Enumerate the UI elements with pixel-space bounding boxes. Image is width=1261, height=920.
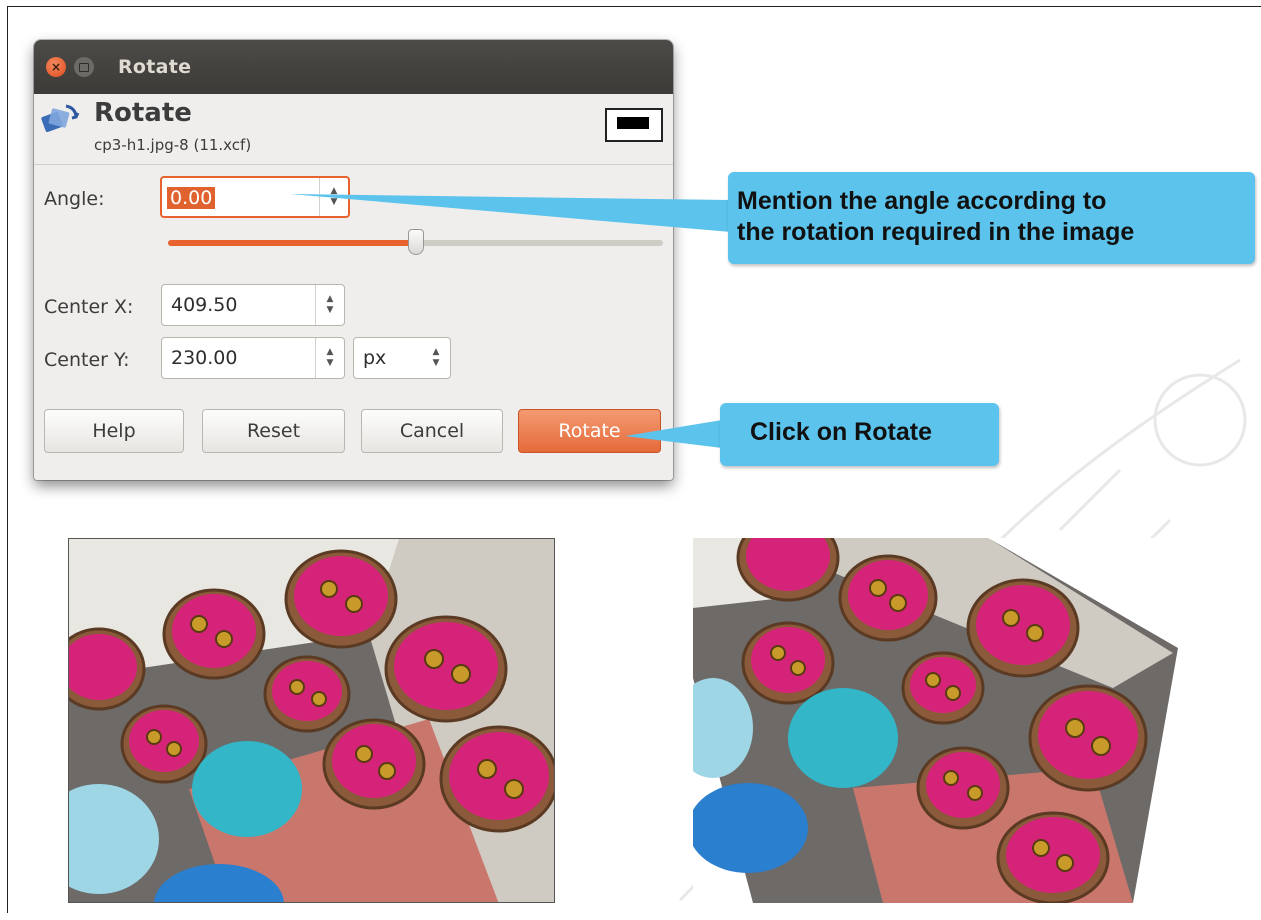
- center-y-label: Center Y:: [44, 349, 130, 371]
- image-name: cp3-h1.jpg-8 (11.xcf): [94, 136, 252, 154]
- unit-select[interactable]: px ▲ ▼: [353, 337, 451, 379]
- window-title: Rotate: [118, 56, 192, 78]
- center-x-spin-arrows[interactable]: ▲ ▼: [315, 285, 344, 325]
- center-y-value: 230.00: [171, 347, 238, 369]
- maximize-icon[interactable]: [74, 57, 94, 77]
- angle-callout-line2: the rotation required in the image: [737, 218, 1135, 246]
- close-icon[interactable]: ×: [46, 57, 66, 77]
- center-y-spin-arrows[interactable]: ▲ ▼: [315, 338, 344, 378]
- rotate-dialog: × Rotate Rotate cp3-h1.jpg-8 (11.xcf) An…: [34, 40, 673, 480]
- reset-button[interactable]: Reset: [202, 409, 345, 453]
- rotated-image: [693, 538, 1183, 903]
- dialog-header: Rotate cp3-h1.jpg-8 (11.xcf): [34, 94, 673, 165]
- angle-slider-handle[interactable]: [407, 229, 424, 255]
- center-x-input[interactable]: 409.50 ▲ ▼: [161, 284, 345, 326]
- cancel-button[interactable]: Cancel: [361, 409, 503, 453]
- rotate-callout: Click on Rotate: [720, 403, 999, 466]
- title-bar: × Rotate: [34, 40, 673, 94]
- unit-chevron-icon: ▲ ▼: [432, 347, 440, 368]
- original-image: [68, 538, 555, 903]
- center-x-value: 409.50: [171, 294, 238, 316]
- image-preview-thumbnail: [605, 108, 663, 142]
- angle-callout: Mention the angle according to the rotat…: [728, 172, 1255, 264]
- header-title: Rotate: [94, 98, 192, 128]
- angle-input[interactable]: 0.00 ▲ ▼: [160, 176, 350, 218]
- angle-slider[interactable]: [168, 229, 663, 255]
- angle-spin-arrows[interactable]: ▲ ▼: [319, 178, 348, 216]
- rotate-button[interactable]: Rotate: [518, 409, 661, 453]
- help-button[interactable]: Help: [44, 409, 184, 453]
- rotated-image-photo: [693, 538, 1183, 903]
- unit-value: px: [363, 347, 387, 369]
- angle-label: Angle:: [44, 188, 105, 210]
- angle-value: 0.00: [167, 187, 216, 209]
- center-x-label: Center X:: [44, 296, 134, 318]
- original-image-photo: [69, 539, 554, 902]
- center-y-input[interactable]: 230.00 ▲ ▼: [161, 337, 345, 379]
- rotate-tool-icon: [41, 104, 80, 133]
- angle-callout-line1: Mention the angle according to: [737, 187, 1107, 215]
- angle-slider-fill: [168, 240, 416, 246]
